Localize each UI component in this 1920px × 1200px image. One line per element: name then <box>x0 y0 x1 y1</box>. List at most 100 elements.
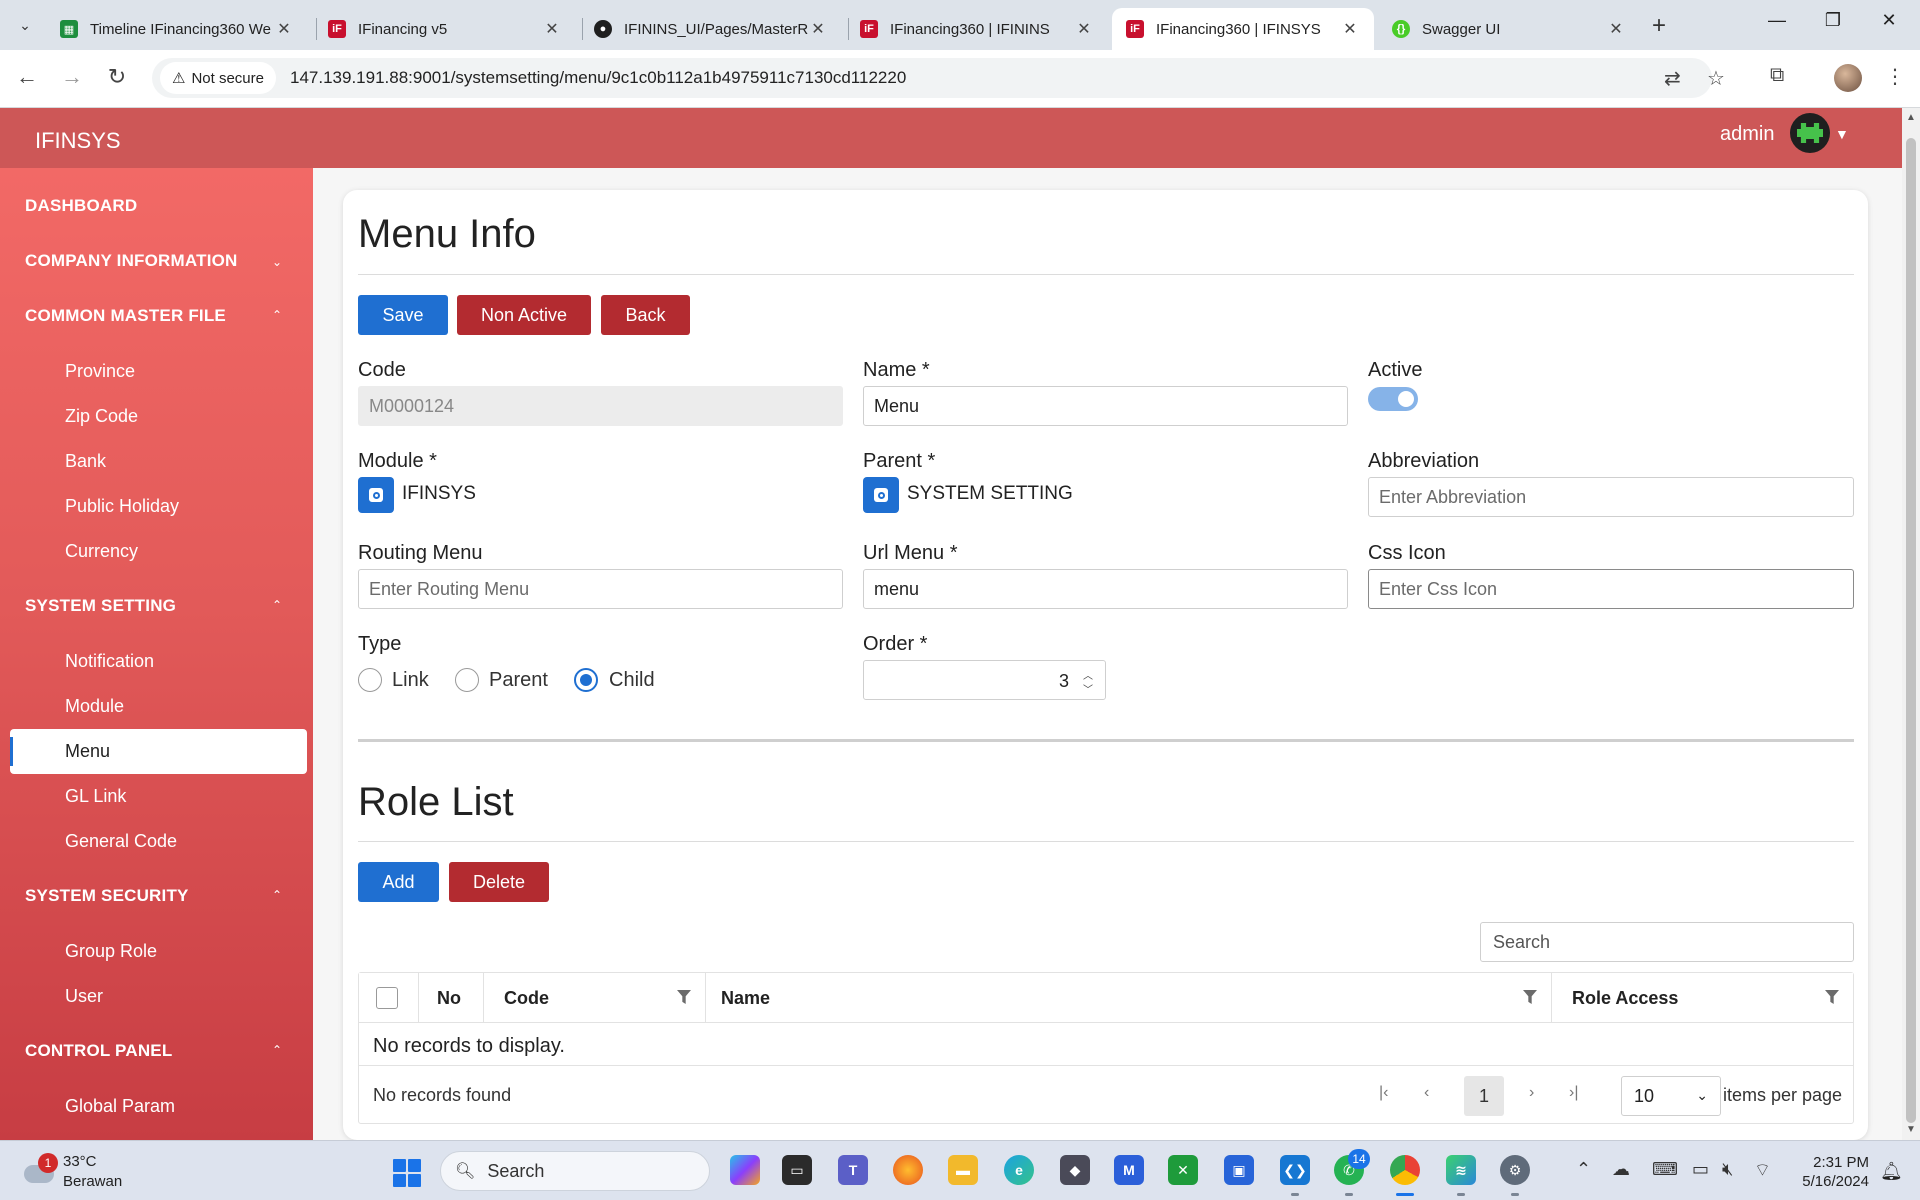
system-clock[interactable]: 2:31 PM 5/16/2024 <box>1797 1153 1869 1191</box>
user-avatar[interactable] <box>1790 113 1830 153</box>
translate-icon[interactable]: ⇄ <box>1664 66 1681 91</box>
parent-lookup-button[interactable] <box>863 477 899 513</box>
scroll-down-icon[interactable]: ▼ <box>1906 1124 1916 1135</box>
weather-widget[interactable]: 1 <box>22 1153 62 1187</box>
page-size-select[interactable]: 10 ⌄ <box>1621 1076 1721 1116</box>
tab-search-chevron-icon[interactable]: ⌄ <box>10 10 40 40</box>
column-role-access[interactable]: Role Access <box>1552 973 1853 1023</box>
edge-icon[interactable]: e <box>1004 1155 1034 1185</box>
stack-app-icon[interactable]: ≋ <box>1446 1155 1476 1185</box>
sidebar-item-bank[interactable]: Bank <box>65 451 106 472</box>
ai-app-icon[interactable]: M <box>1114 1155 1144 1185</box>
browser-tab-5-active[interactable]: iF IFinancing360 | IFINSYS ✕ <box>1112 8 1374 50</box>
vscode-icon[interactable]: ❮❯ <box>1280 1155 1310 1185</box>
order-value[interactable]: 3 <box>1059 671 1069 692</box>
brand-logo-text[interactable]: IFINSYS <box>35 128 121 154</box>
profile-avatar[interactable] <box>1834 64 1862 92</box>
add-button[interactable]: Add <box>358 862 439 902</box>
temperature[interactable]: 33°C <box>63 1153 97 1170</box>
settings-gear-icon[interactable]: ⚙ <box>1500 1155 1530 1185</box>
taskbar-search[interactable]: 🔍︎ Search <box>440 1151 710 1191</box>
more-menu-icon[interactable]: ⋮ <box>1885 64 1905 89</box>
active-toggle[interactable] <box>1368 387 1418 411</box>
search-field[interactable] <box>1480 922 1854 962</box>
chevron-up-icon[interactable]: ⌃ <box>272 888 282 902</box>
minimize-icon[interactable]: — <box>1762 10 1792 31</box>
browser-tab-3[interactable]: ● IFININS_UI/Pages/MasterR ✕ <box>580 8 842 50</box>
weather-description[interactable]: Berawan <box>63 1173 122 1190</box>
filter-icon[interactable] <box>1523 990 1537 1004</box>
browser-tab-1[interactable]: ▦ Timeline IFinancing360 We ✕ <box>46 8 308 50</box>
sidebar-group-company-information[interactable]: COMPANY INFORMATION <box>25 251 238 271</box>
save-button[interactable]: Save <box>358 295 448 335</box>
task-view-icon[interactable]: ▭ <box>782 1155 812 1185</box>
first-page-icon[interactable]: |‹ <box>1379 1084 1388 1102</box>
chevron-up-icon[interactable]: ⌃ <box>272 308 282 322</box>
sidebar-item-notification[interactable]: Notification <box>65 651 154 672</box>
url-menu-input[interactable] <box>874 578 1347 600</box>
sidebar-item-user[interactable]: User <box>65 986 103 1007</box>
notification-bell-icon[interactable]: 🔔︎ <box>1880 1161 1903 1182</box>
url-menu-field[interactable] <box>863 569 1348 609</box>
column-name[interactable]: Name <box>706 973 1552 1023</box>
type-option-parent[interactable]: Parent <box>489 669 548 692</box>
sidebar-item-gl-link[interactable]: GL Link <box>65 786 126 807</box>
browser-tab-6[interactable]: {} Swagger UI ✕ <box>1378 8 1640 50</box>
back-arrow-icon[interactable]: ← <box>12 64 42 90</box>
chevron-down-icon[interactable]: ﹀ <box>1083 681 1093 696</box>
restore-icon[interactable]: ❐ <box>1818 10 1848 31</box>
column-code[interactable]: Code <box>484 973 706 1023</box>
chevron-down-icon[interactable]: ⌄ <box>272 255 282 269</box>
close-icon[interactable]: ✕ <box>1340 19 1360 39</box>
window-close-icon[interactable]: ✕ <box>1874 10 1904 31</box>
sidebar-item-dashboard[interactable]: DASHBOARD <box>25 196 137 216</box>
type-option-link[interactable]: Link <box>392 669 429 692</box>
filter-icon[interactable] <box>677 990 691 1004</box>
chevron-up-icon[interactable]: ⌃ <box>272 1043 282 1057</box>
module-lookup-button[interactable] <box>358 477 394 513</box>
type-option-child[interactable]: Child <box>609 669 655 692</box>
scroll-thumb[interactable] <box>1906 138 1916 1123</box>
sidebar-item-currency[interactable]: Currency <box>65 541 138 562</box>
chevron-up-icon[interactable]: ⌃ <box>272 598 282 612</box>
display-icon[interactable]: ▭ <box>1692 1159 1709 1180</box>
xbox-icon[interactable]: ✕ <box>1168 1155 1198 1185</box>
url-text[interactable]: 147.139.191.88:9001/systemsetting/menu/9… <box>290 68 906 88</box>
filter-icon[interactable] <box>1825 990 1839 1004</box>
type-radio-parent[interactable] <box>455 668 479 692</box>
user-name[interactable]: admin <box>1720 123 1774 146</box>
current-page-button[interactable]: 1 <box>1464 1076 1504 1116</box>
unity-icon[interactable]: ◆ <box>1060 1155 1090 1185</box>
sidebar-item-province[interactable]: Province <box>65 361 135 382</box>
bookmark-star-icon[interactable]: ☆ <box>1707 66 1725 91</box>
close-icon[interactable]: ✕ <box>274 19 294 39</box>
next-page-icon[interactable]: › <box>1529 1084 1534 1102</box>
new-tab-plus-icon[interactable]: + <box>1652 12 1666 40</box>
column-no[interactable]: No <box>419 973 484 1023</box>
extensions-icon[interactable]: ⧉ <box>1770 64 1784 87</box>
name-field[interactable] <box>863 386 1348 426</box>
teams-icon[interactable]: T <box>838 1155 868 1185</box>
chrome-icon[interactable] <box>1390 1155 1420 1185</box>
keyboard-icon[interactable]: ⌨ <box>1652 1159 1678 1180</box>
css-icon-input[interactable] <box>1379 578 1853 600</box>
omnibox[interactable]: ⚠ Not secure 147.139.191.88:9001/systems… <box>152 58 1725 98</box>
firefox-icon[interactable] <box>893 1155 923 1185</box>
forward-arrow-icon[interactable]: → <box>57 64 87 90</box>
back-button[interactable]: Back <box>601 295 690 335</box>
prev-page-icon[interactable]: ‹ <box>1424 1084 1429 1102</box>
volume-muted-icon[interactable]: 🔇︎ <box>1722 1159 1733 1180</box>
abbreviation-field[interactable] <box>1368 477 1854 517</box>
browser-tab-4[interactable]: iF IFinancing360 | IFININS ✕ <box>846 8 1108 50</box>
network-icon[interactable]: ⌔ <box>1754 1159 1771 1182</box>
page-scrollbar[interactable]: ▲ ▼ <box>1902 108 1920 1140</box>
close-icon[interactable]: ✕ <box>1606 19 1626 39</box>
sidebar-item-zip-code[interactable]: Zip Code <box>65 406 138 427</box>
chevron-up-icon[interactable]: ⌃ <box>1576 1159 1591 1180</box>
sidebar-group-system-security[interactable]: SYSTEM SECURITY <box>25 886 189 906</box>
sidebar-item-module[interactable]: Module <box>65 696 124 717</box>
copilot-icon[interactable] <box>730 1155 760 1185</box>
windows-start-icon[interactable] <box>393 1159 421 1187</box>
sidebar-item-global-param[interactable]: Global Param <box>65 1096 175 1117</box>
sidebar-item-public-holiday[interactable]: Public Holiday <box>65 496 179 517</box>
